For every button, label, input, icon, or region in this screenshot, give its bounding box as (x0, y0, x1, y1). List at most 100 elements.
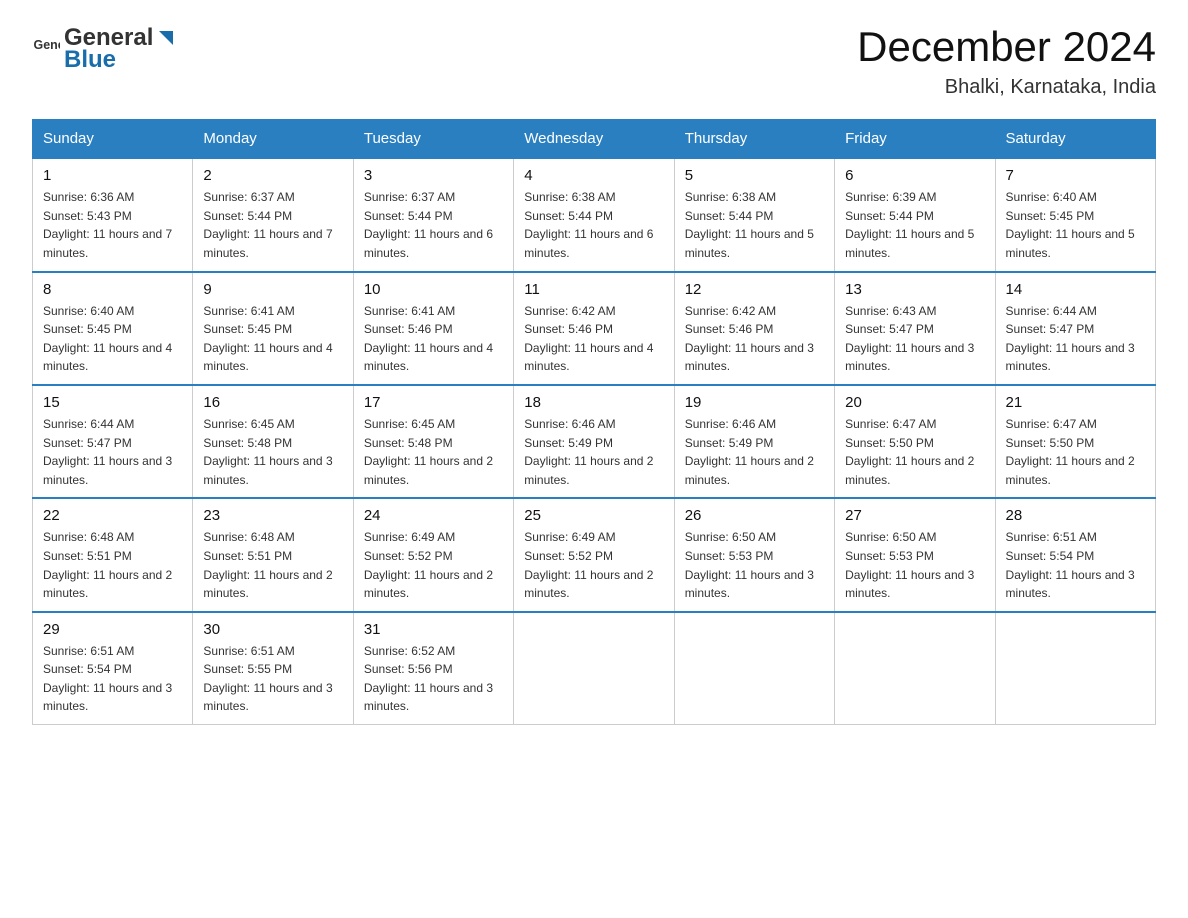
day-header-friday: Friday (835, 120, 995, 159)
calendar-day-cell: 28Sunrise: 6:51 AMSunset: 5:54 PMDayligh… (995, 498, 1155, 611)
day-detail: Sunrise: 6:38 AMSunset: 5:44 PMDaylight:… (685, 188, 824, 262)
day-header-thursday: Thursday (674, 120, 834, 159)
calendar-day-cell: 3Sunrise: 6:37 AMSunset: 5:44 PMDaylight… (353, 158, 513, 271)
calendar-day-cell: 6 Sunrise: 6:39 AMSunset: 5:44 PMDaylight… (835, 158, 995, 271)
calendar-day-cell: 20 Sunrise: 6:47 AMSunset: 5:50 PMDayligh… (835, 385, 995, 498)
day-header-sunday: Sunday (33, 120, 193, 159)
calendar-day-cell: 30 Sunrise: 6:51 AMSunset: 5:55 PMDayligh… (193, 612, 353, 725)
day-number: 22 (43, 507, 182, 524)
calendar-day-cell: 24 Sunrise: 6:49 AMSunset: 5:52 PMDayligh… (353, 498, 513, 611)
day-number: 20 (845, 394, 984, 411)
day-number: 5 (685, 167, 824, 184)
day-detail: Sunrise: 6:52 AMSunset: 5:56 PMDaylight:… (364, 642, 503, 716)
calendar-day-cell: 15 Sunrise: 6:44 AMSunset: 5:47 PMDayligh… (33, 385, 193, 498)
day-number: 27 (845, 507, 984, 524)
day-detail: Sunrise: 6:46 AMSunset: 5:49 PMDaylight:… (524, 415, 663, 489)
day-detail: Sunrise: 6:45 AMSunset: 5:48 PMDaylight:… (203, 415, 342, 489)
calendar-day-cell: 17 Sunrise: 6:45 AMSunset: 5:48 PMDayligh… (353, 385, 513, 498)
day-number: 4 (524, 167, 663, 184)
calendar-day-cell (995, 612, 1155, 725)
day-detail: Sunrise: 6:50 AMSunset: 5:53 PMDaylight:… (845, 528, 984, 602)
day-detail: Sunrise: 6:47 AMSunset: 5:50 PMDaylight:… (1006, 415, 1145, 489)
day-number: 21 (1006, 394, 1145, 411)
day-number: 24 (364, 507, 503, 524)
day-detail: Sunrise: 6:45 AMSunset: 5:48 PMDaylight:… (364, 415, 503, 489)
calendar-day-cell: 22 Sunrise: 6:48 AMSunset: 5:51 PMDayligh… (33, 498, 193, 611)
day-detail: Sunrise: 6:42 AMSunset: 5:46 PMDaylight:… (524, 302, 663, 376)
calendar-day-cell: 19 Sunrise: 6:46 AMSunset: 5:49 PMDayligh… (674, 385, 834, 498)
calendar-day-cell: 13 Sunrise: 6:43 AMSunset: 5:47 PMDayligh… (835, 272, 995, 385)
day-number: 17 (364, 394, 503, 411)
day-detail: Sunrise: 6:38 AMSunset: 5:44 PMDaylight:… (524, 188, 663, 262)
day-number: 11 (524, 281, 663, 298)
month-title: December 2024 (857, 24, 1156, 70)
calendar-day-cell: 5 Sunrise: 6:38 AMSunset: 5:44 PMDaylight… (674, 158, 834, 271)
calendar-day-cell: 16Sunrise: 6:45 AMSunset: 5:48 PMDayligh… (193, 385, 353, 498)
day-detail: Sunrise: 6:41 AMSunset: 5:45 PMDaylight:… (203, 302, 342, 376)
day-detail: Sunrise: 6:44 AMSunset: 5:47 PMDaylight:… (43, 415, 182, 489)
day-detail: Sunrise: 6:51 AMSunset: 5:55 PMDaylight:… (203, 642, 342, 716)
day-number: 7 (1006, 167, 1145, 184)
day-detail: Sunrise: 6:49 AMSunset: 5:52 PMDaylight:… (364, 528, 503, 602)
day-number: 18 (524, 394, 663, 411)
svg-text:General: General (34, 38, 60, 52)
calendar-day-cell (674, 612, 834, 725)
day-number: 10 (364, 281, 503, 298)
calendar-day-cell: 12 Sunrise: 6:42 AMSunset: 5:46 PMDayligh… (674, 272, 834, 385)
logo: General General Blue (32, 24, 177, 74)
day-number: 26 (685, 507, 824, 524)
day-detail: Sunrise: 6:46 AMSunset: 5:49 PMDaylight:… (685, 415, 824, 489)
day-detail: Sunrise: 6:41 AMSunset: 5:46 PMDaylight:… (364, 302, 503, 376)
day-number: 31 (364, 621, 503, 638)
calendar-day-cell: 29 Sunrise: 6:51 AMSunset: 5:54 PMDayligh… (33, 612, 193, 725)
day-number: 29 (43, 621, 182, 638)
calendar-table: SundayMondayTuesdayWednesdayThursdayFrid… (32, 119, 1156, 725)
calendar-week-row: 8 Sunrise: 6:40 AMSunset: 5:45 PMDaylight… (33, 272, 1156, 385)
day-detail: Sunrise: 6:47 AMSunset: 5:50 PMDaylight:… (845, 415, 984, 489)
day-number: 25 (524, 507, 663, 524)
day-detail: Sunrise: 6:42 AMSunset: 5:46 PMDaylight:… (685, 302, 824, 376)
day-detail: Sunrise: 6:40 AMSunset: 5:45 PMDaylight:… (43, 302, 182, 376)
calendar-day-cell (514, 612, 674, 725)
day-header-wednesday: Wednesday (514, 120, 674, 159)
calendar-day-cell: 2 Sunrise: 6:37 AMSunset: 5:44 PMDaylight… (193, 158, 353, 271)
day-number: 8 (43, 281, 182, 298)
calendar-day-cell: 23Sunrise: 6:48 AMSunset: 5:51 PMDayligh… (193, 498, 353, 611)
day-detail: Sunrise: 6:37 AMSunset: 5:44 PMDaylight:… (364, 188, 503, 262)
day-number: 19 (685, 394, 824, 411)
day-detail: Sunrise: 6:49 AMSunset: 5:52 PMDaylight:… (524, 528, 663, 602)
calendar-day-cell: 8 Sunrise: 6:40 AMSunset: 5:45 PMDaylight… (33, 272, 193, 385)
day-number: 2 (203, 167, 342, 184)
calendar-day-cell: 9Sunrise: 6:41 AMSunset: 5:45 PMDaylight… (193, 272, 353, 385)
calendar-day-cell: 31 Sunrise: 6:52 AMSunset: 5:56 PMDayligh… (353, 612, 513, 725)
calendar-day-cell: 25 Sunrise: 6:49 AMSunset: 5:52 PMDayligh… (514, 498, 674, 611)
day-detail: Sunrise: 6:51 AMSunset: 5:54 PMDaylight:… (43, 642, 182, 716)
day-header-tuesday: Tuesday (353, 120, 513, 159)
day-detail: Sunrise: 6:37 AMSunset: 5:44 PMDaylight:… (203, 188, 342, 262)
day-detail: Sunrise: 6:40 AMSunset: 5:45 PMDaylight:… (1006, 188, 1145, 262)
day-number: 14 (1006, 281, 1145, 298)
calendar-day-cell: 27 Sunrise: 6:50 AMSunset: 5:53 PMDayligh… (835, 498, 995, 611)
page-header: General General Blue December 2024 Bhalk… (32, 24, 1156, 99)
day-detail: Sunrise: 6:43 AMSunset: 5:47 PMDaylight:… (845, 302, 984, 376)
location-title: Bhalki, Karnataka, India (857, 76, 1156, 99)
day-number: 1 (43, 167, 182, 184)
day-number: 6 (845, 167, 984, 184)
calendar-week-row: 1 Sunrise: 6:36 AMSunset: 5:43 PMDaylight… (33, 158, 1156, 271)
logo-triangle-icon (155, 27, 177, 49)
day-number: 30 (203, 621, 342, 638)
calendar-week-row: 29 Sunrise: 6:51 AMSunset: 5:54 PMDayligh… (33, 612, 1156, 725)
day-detail: Sunrise: 6:51 AMSunset: 5:54 PMDaylight:… (1006, 528, 1145, 602)
day-detail: Sunrise: 6:48 AMSunset: 5:51 PMDaylight:… (43, 528, 182, 602)
day-number: 13 (845, 281, 984, 298)
day-detail: Sunrise: 6:36 AMSunset: 5:43 PMDaylight:… (43, 188, 182, 262)
calendar-day-cell: 7 Sunrise: 6:40 AMSunset: 5:45 PMDaylight… (995, 158, 1155, 271)
day-number: 15 (43, 394, 182, 411)
calendar-header-row: SundayMondayTuesdayWednesdayThursdayFrid… (33, 120, 1156, 159)
day-detail: Sunrise: 6:48 AMSunset: 5:51 PMDaylight:… (203, 528, 342, 602)
day-detail: Sunrise: 6:50 AMSunset: 5:53 PMDaylight:… (685, 528, 824, 602)
day-detail: Sunrise: 6:39 AMSunset: 5:44 PMDaylight:… (845, 188, 984, 262)
calendar-day-cell: 4 Sunrise: 6:38 AMSunset: 5:44 PMDaylight… (514, 158, 674, 271)
day-number: 12 (685, 281, 824, 298)
calendar-day-cell: 18 Sunrise: 6:46 AMSunset: 5:49 PMDayligh… (514, 385, 674, 498)
